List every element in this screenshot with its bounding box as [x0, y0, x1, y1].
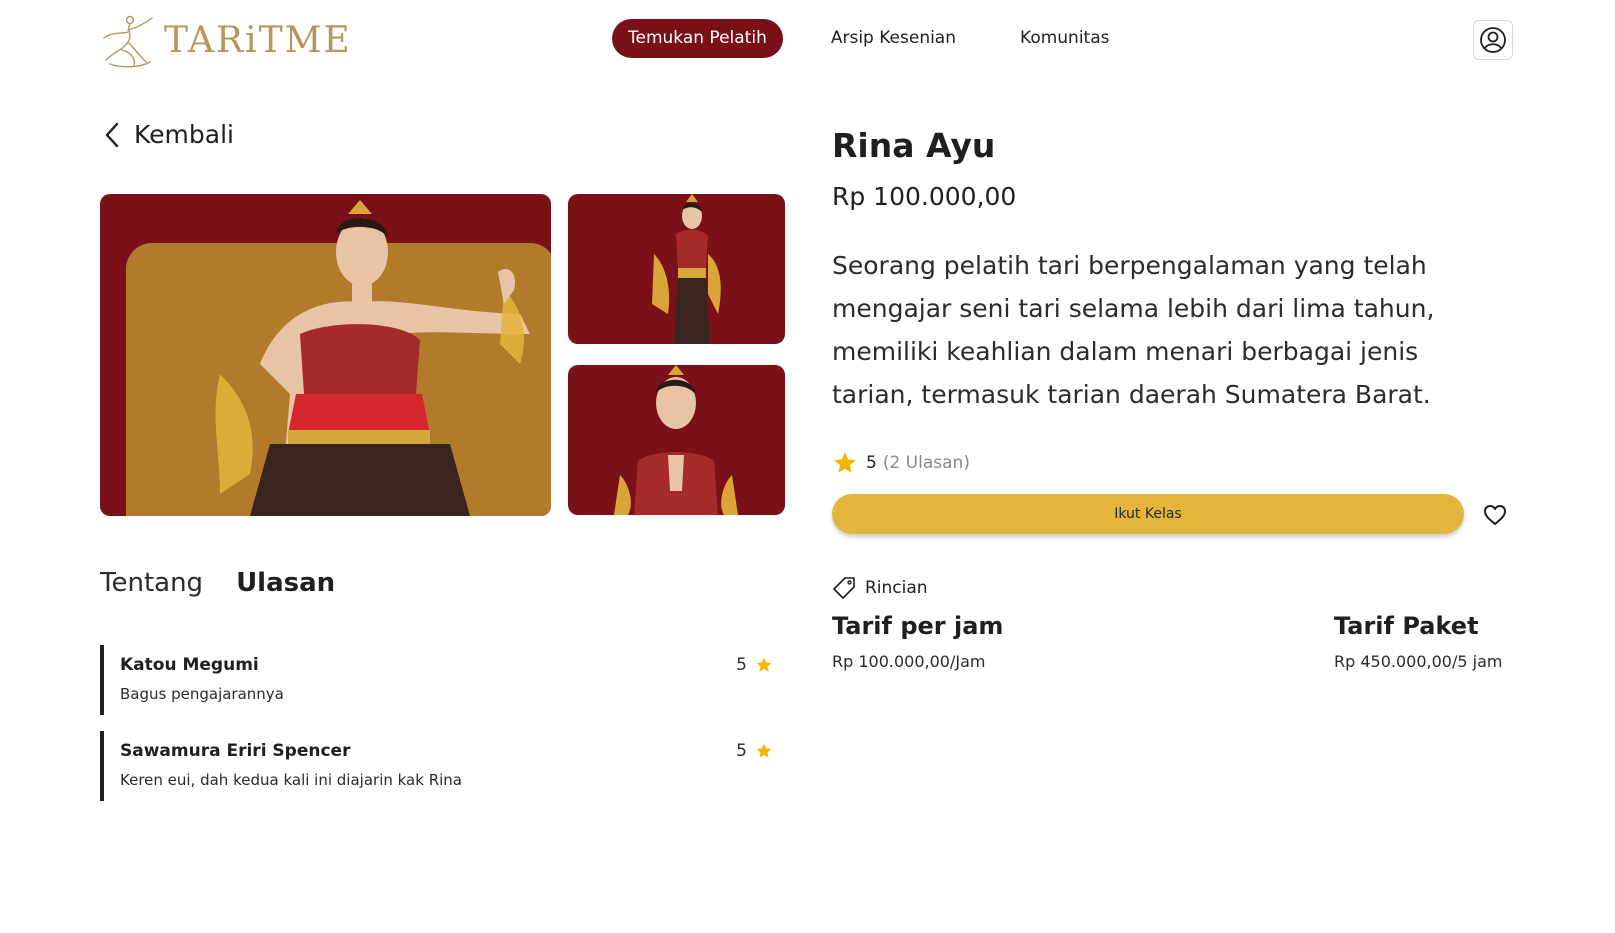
dancer-figure-icon [215, 200, 530, 516]
brand-logo[interactable]: TARiTME [100, 12, 352, 68]
hourly-rate-value: Rp 100.000,00/Jam [832, 652, 986, 671]
profile-button[interactable] [1473, 20, 1513, 60]
back-label: Kembali [134, 120, 234, 149]
nav-temukan-pelatih[interactable]: Temukan Pelatih [612, 19, 783, 58]
tab-ulasan[interactable]: Ulasan [236, 568, 335, 598]
join-class-button[interactable]: Ikut Kelas [832, 494, 1464, 534]
nav-komunitas[interactable]: Komunitas [1004, 19, 1125, 58]
star-icon [756, 657, 772, 672]
chevron-left-icon [105, 122, 119, 147]
review-text: Keren eui, dah kedua kali ini diajarin k… [120, 771, 462, 789]
details-heading: Rincian [832, 576, 928, 600]
star-icon [756, 743, 772, 758]
package-rate-value: Rp 450.000,00/5 jam [1334, 652, 1503, 671]
brand-name: TARiTME [164, 19, 352, 61]
trainer-rating: 5 (2 Ulasan) [832, 450, 970, 476]
main-photo[interactable] [100, 194, 551, 516]
trainer-name: Rina Ayu [832, 126, 996, 165]
trainer-description: Seorang pelatih tari berpengalaman yang … [832, 251, 1435, 409]
dancer-logo-icon [103, 15, 153, 68]
tab-tentang[interactable]: Tentang [100, 568, 203, 598]
reviewer-name: Katou Megumi [120, 655, 259, 675]
tag-icon [833, 577, 855, 599]
review-rating-value: 5 [736, 741, 747, 761]
nav-arsip-kesenian[interactable]: Arsip Kesenian [815, 19, 972, 58]
review-item: Sawamura Eriri Spencer Keren eui, dah ke… [100, 731, 785, 801]
review-count[interactable]: (2 Ulasan) [883, 453, 970, 473]
review-item: Katou Megumi Bagus pengajarannya 5 [100, 645, 785, 715]
detail-tabs: Tentang Ulasan [100, 568, 335, 598]
details-heading-label: Rincian [865, 578, 928, 598]
hourly-rate: Tarif per jam Rp 100.000,00/Jam [832, 612, 1003, 671]
thumbnail-photo-1[interactable] [568, 194, 785, 344]
dancer-greeting-icon [614, 365, 738, 515]
rating-value: 5 [866, 453, 877, 473]
star-icon [834, 452, 856, 473]
heart-icon [1484, 505, 1506, 525]
main-nav: Temukan Pelatih Arsip Kesenian Komunitas [612, 19, 1126, 58]
top-navbar: TARiTME Temukan Pelatih Arsip Kesenian K… [0, 0, 1615, 80]
review-text: Bagus pengajarannya [120, 685, 284, 703]
review-rating: 5 [736, 741, 773, 761]
package-rate: Tarif Paket Rp 450.000,00/5 jam [1334, 612, 1502, 671]
thumbnail-photo-2[interactable] [568, 365, 785, 515]
package-rate-title: Tarif Paket [1334, 612, 1479, 640]
review-rating: 5 [736, 655, 773, 675]
hourly-rate-title: Tarif per jam [832, 612, 1004, 640]
favorite-button[interactable] [1481, 501, 1509, 529]
review-list: Katou Megumi Bagus pengajarannya 5 Sawam… [100, 645, 785, 817]
reviewer-name: Sawamura Eriri Spencer [120, 741, 351, 761]
review-rating-value: 5 [736, 655, 747, 675]
trainer-price: Rp 100.000,00 [832, 182, 1017, 211]
user-circle-icon [1480, 27, 1506, 53]
back-link[interactable]: Kembali [104, 120, 234, 149]
dancer-standing-icon [652, 194, 721, 344]
